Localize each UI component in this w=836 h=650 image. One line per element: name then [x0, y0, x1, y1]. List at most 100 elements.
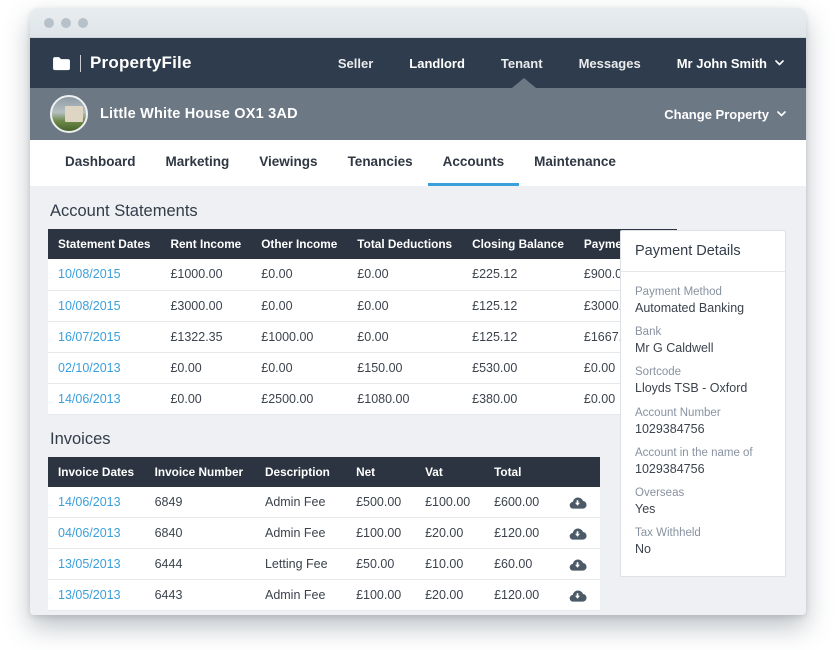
statement-total-deductions: £1080.00: [347, 383, 462, 414]
nav-item[interactable]: Messages: [579, 56, 641, 71]
top-navbar: PropertyFile Seller Landlord Tenant Mess…: [30, 38, 806, 88]
user-menu-label: Mr John Smith: [677, 56, 767, 71]
statement-closing-balance: £125.12: [462, 290, 574, 321]
statements-column-header: Other Income: [251, 229, 347, 259]
logo-divider: [80, 55, 81, 72]
payment-detail-label: Payment Method: [635, 285, 771, 300]
statement-rent-income: £0.00: [160, 383, 251, 414]
invoice-date-link[interactable]: 13/05/2013: [48, 549, 145, 580]
payment-detail-value: 1029384756: [635, 461, 771, 477]
statement-total-deductions: £0.00: [347, 321, 462, 352]
payment-detail-label: Tax Withheld: [635, 526, 771, 541]
payment-detail-value: Lloyds TSB - Oxford: [635, 380, 771, 396]
statement-other-income: £1000.00: [251, 321, 347, 352]
window-control-dot[interactable]: [44, 18, 54, 28]
invoice-vat: £100.00: [415, 487, 484, 518]
change-property-label: Change Property: [664, 107, 769, 122]
user-menu[interactable]: Mr John Smith: [677, 56, 784, 71]
statement-date-link[interactable]: 02/10/2013: [48, 352, 160, 383]
statement-rent-income: £1322.35: [160, 321, 251, 352]
invoice-description: Letting Fee: [255, 549, 346, 580]
invoices-table: Invoice DatesInvoice NumberDescriptionNe…: [48, 457, 600, 612]
invoice-date-link[interactable]: 13/05/2013: [48, 580, 145, 611]
invoices-column-header: Invoice Dates: [48, 457, 145, 487]
payment-detail-field: Tax Withheld No: [635, 526, 771, 557]
invoice-description: Admin Fee: [255, 487, 346, 518]
payment-detail-value: No: [635, 541, 771, 557]
statement-rent-income: £0.00: [160, 352, 251, 383]
statement-other-income: £2500.00: [251, 383, 347, 414]
app-logo: PropertyFile: [52, 53, 192, 73]
window-control-dot[interactable]: [78, 18, 88, 28]
statements-table: Statement DatesRent IncomeOther IncomeTo…: [48, 229, 677, 415]
invoice-net: £50.00: [346, 549, 415, 580]
tab[interactable]: Tenancies: [333, 140, 428, 186]
cloud-download-icon[interactable]: [568, 589, 587, 602]
payment-detail-label: Overseas: [635, 486, 771, 501]
invoice-vat: £20.00: [415, 518, 484, 549]
invoice-vat: £20.00: [415, 580, 484, 611]
payment-detail-label: Bank: [635, 325, 771, 340]
app-logo-text: PropertyFile: [90, 53, 192, 73]
invoice-row: 13/05/2013 6444 Letting Fee £50.00 £10.0…: [48, 549, 600, 580]
payment-detail-label: Account in the name of: [635, 446, 771, 461]
payment-detail-field: Account Number 1029384756: [635, 406, 771, 437]
invoices-column-header: Net: [346, 457, 415, 487]
payment-detail-field: Payment Method Automated Banking: [635, 285, 771, 316]
nav-item[interactable]: Tenant: [501, 56, 543, 71]
statement-rent-income: £1000.00: [160, 259, 251, 290]
statement-date-link[interactable]: 14/06/2013: [48, 383, 160, 414]
tab[interactable]: Marketing: [151, 140, 245, 186]
tab[interactable]: Viewings: [244, 140, 332, 186]
tab[interactable]: Maintenance: [519, 140, 631, 186]
payment-detail-field: Account in the name of 1029384756: [635, 446, 771, 477]
page-content: Account Statements Statement DatesRent I…: [30, 186, 806, 615]
invoice-number: 6849: [145, 487, 255, 518]
cloud-download-icon[interactable]: [568, 558, 587, 571]
invoice-number: 6840: [145, 518, 255, 549]
payment-detail-field: Sortcode Lloyds TSB - Oxford: [635, 365, 771, 396]
tab[interactable]: Dashboard: [50, 140, 151, 186]
statements-column-header: Rent Income: [160, 229, 251, 259]
invoice-description: Admin Fee: [255, 518, 346, 549]
statement-date-link[interactable]: 10/08/2015: [48, 290, 160, 321]
invoice-net: £100.00: [346, 580, 415, 611]
nav-item[interactable]: Landlord: [409, 56, 465, 71]
nav-item[interactable]: Seller: [338, 56, 373, 71]
statements-column-header: Total Deductions: [347, 229, 462, 259]
active-nav-pointer: [512, 78, 536, 88]
statement-other-income: £0.00: [251, 259, 347, 290]
browser-window: PropertyFile Seller Landlord Tenant Mess…: [30, 8, 806, 615]
invoices-download-column: [556, 457, 600, 487]
statement-date-link[interactable]: 10/08/2015: [48, 259, 160, 290]
cloud-download-icon[interactable]: [568, 527, 587, 540]
invoice-vat: £10.00: [415, 549, 484, 580]
payment-detail-value: Yes: [635, 501, 771, 517]
property-bar: Little White House OX1 3AD Change Proper…: [30, 88, 806, 140]
cloud-download-icon[interactable]: [568, 496, 587, 509]
statement-closing-balance: £125.12: [462, 321, 574, 352]
invoice-date-link[interactable]: 04/06/2013: [48, 518, 145, 549]
statement-row: 16/07/2015 £1322.35 £1000.00 £0.00 £125.…: [48, 321, 677, 352]
invoices-column-header: Description: [255, 457, 346, 487]
window-control-dot[interactable]: [61, 18, 71, 28]
invoice-total: £600.00: [484, 487, 556, 518]
statement-rent-income: £3000.00: [160, 290, 251, 321]
property-avatar: [50, 95, 88, 133]
invoices-column-header: Total: [484, 457, 556, 487]
statement-total-deductions: £0.00: [347, 290, 462, 321]
payment-details-panel: Payment Details Payment Method Automated…: [620, 230, 786, 577]
folder-icon: [52, 56, 71, 71]
invoice-date-link[interactable]: 14/06/2013: [48, 487, 145, 518]
invoice-number: 6443: [145, 580, 255, 611]
change-property-button[interactable]: Change Property: [664, 107, 786, 122]
statement-closing-balance: £225.12: [462, 259, 574, 290]
statement-date-link[interactable]: 16/07/2015: [48, 321, 160, 352]
invoice-total: £60.00: [484, 549, 556, 580]
statement-closing-balance: £380.00: [462, 383, 574, 414]
tab[interactable]: Accounts: [428, 140, 520, 186]
statement-row: 02/10/2013 £0.00 £0.00 £150.00 £530.00 £…: [48, 352, 677, 383]
statement-other-income: £0.00: [251, 352, 347, 383]
payment-detail-label: Sortcode: [635, 365, 771, 380]
property-name: Little White House OX1 3AD: [100, 106, 298, 122]
